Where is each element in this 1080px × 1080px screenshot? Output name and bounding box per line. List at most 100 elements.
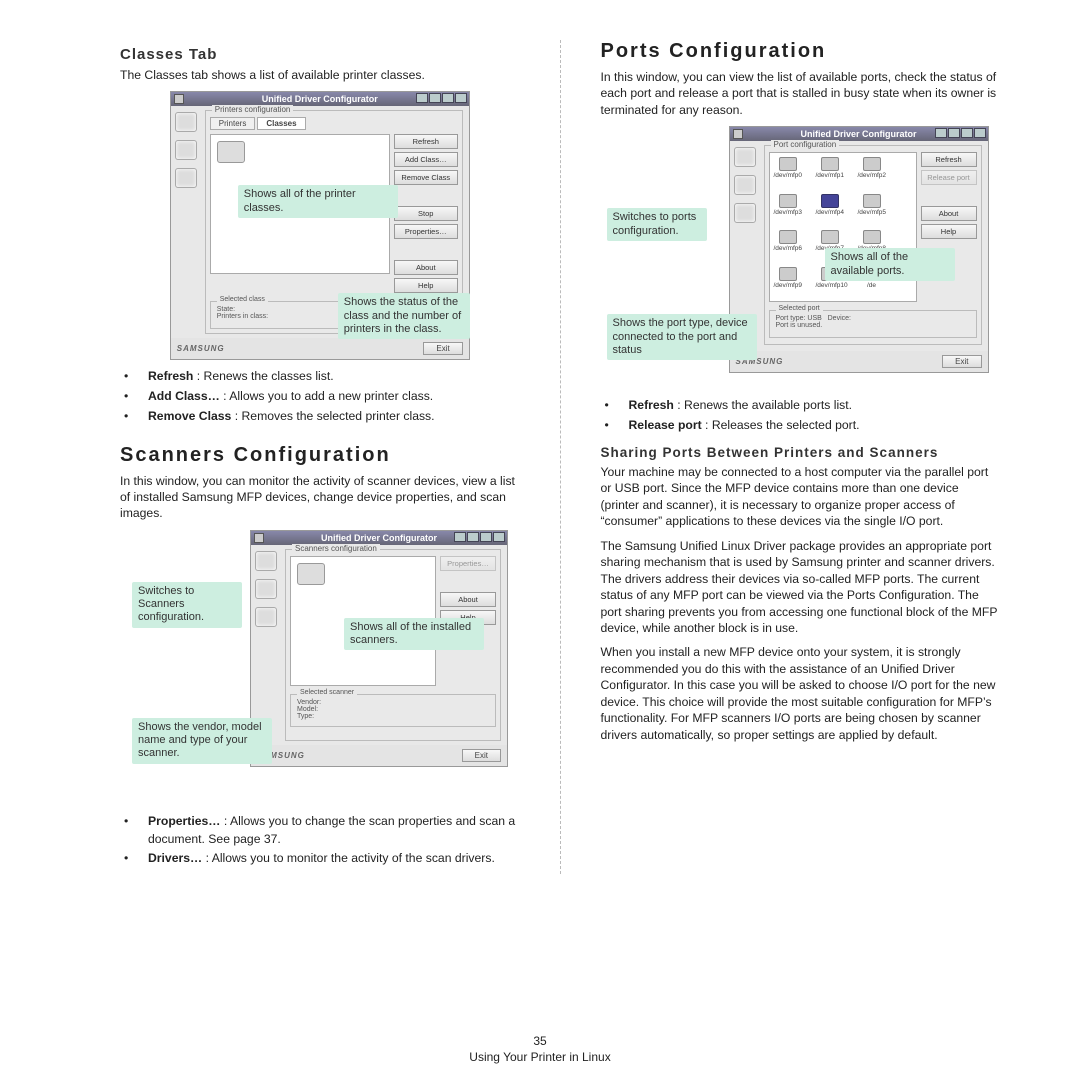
- port-label: /dev/mfp6: [774, 245, 803, 252]
- ports-main: /dev/mfp0 /dev/mfp1 /dev/mfp2 /dev/mfp3 …: [760, 141, 988, 351]
- add-class-button[interactable]: Add Class…: [394, 152, 458, 167]
- close-icon[interactable]: [455, 93, 467, 103]
- release-port-button[interactable]: Release port: [921, 170, 977, 185]
- printers-config-icon[interactable]: [255, 551, 277, 571]
- classes-screenshot: Unified Driver Configurator: [170, 91, 470, 360]
- port-item[interactable]: /dev/mfp1: [816, 157, 844, 188]
- ports-config-icon[interactable]: [734, 203, 756, 223]
- classes-intro: The Classes tab shows a list of availabl…: [120, 67, 520, 83]
- bullet-rest: : Renews the classes list.: [193, 369, 333, 383]
- port-item[interactable]: /dev/mfp2: [858, 157, 886, 188]
- columns: Classes Tab The Classes tab shows a list…: [120, 40, 1000, 874]
- maximize-icon[interactable]: [480, 532, 492, 542]
- port-item[interactable]: /dev/mfp9: [774, 267, 802, 298]
- bullet-term: Properties…: [148, 814, 220, 828]
- port-label: /dev/mfp9: [774, 282, 803, 289]
- properties-button[interactable]: Properties…: [394, 224, 458, 239]
- properties-button[interactable]: Properties…: [440, 556, 496, 571]
- sharing-p1: Your machine may be connected to a host …: [601, 464, 1001, 530]
- sharing-p2: The Samsung Unified Linux Driver package…: [601, 538, 1001, 637]
- about-button[interactable]: About: [394, 260, 458, 275]
- sharing-p3: When you install a new MFP device onto y…: [601, 644, 1001, 743]
- exit-button[interactable]: Exit: [942, 355, 981, 368]
- selected-class-lines: State: Printers in class:: [217, 306, 268, 320]
- exit-button[interactable]: Exit: [462, 749, 501, 762]
- page-number: 35: [0, 1034, 1080, 1048]
- port-icon: [779, 230, 797, 244]
- port-icon: [779, 194, 797, 208]
- app-icon: [174, 94, 184, 104]
- scanners-intro: In this window, you can monitor the acti…: [120, 473, 520, 522]
- bullet-rest: : Allows you to add a new printer class.: [220, 389, 433, 403]
- printers-config-icon[interactable]: [175, 112, 197, 132]
- port-icon: [779, 267, 797, 281]
- maximize-icon[interactable]: [961, 128, 973, 138]
- bullet-add-class: Add Class… : Allows you to add a new pri…: [136, 388, 520, 406]
- port-item[interactable]: /dev/mfp3: [774, 194, 802, 225]
- port-item-selected[interactable]: /dev/mfp4: [816, 194, 844, 225]
- help-icon[interactable]: [935, 128, 947, 138]
- callout-classes-status: Shows the status of the class and the nu…: [338, 293, 470, 339]
- bullet-release-port: Release port : Releases the selected por…: [617, 417, 1001, 435]
- close-icon[interactable]: [974, 128, 986, 138]
- selected-port-box: Port type: USB Device: Port is unused.: [769, 310, 977, 338]
- refresh-button[interactable]: Refresh: [394, 134, 458, 149]
- help-button[interactable]: Help: [921, 224, 977, 239]
- scanners-config-icon[interactable]: [734, 175, 756, 195]
- about-button[interactable]: About: [921, 206, 977, 221]
- tab-printers[interactable]: Printers: [210, 117, 256, 130]
- ports-bullets: Refresh : Renews the available ports lis…: [617, 397, 1001, 434]
- stop-button[interactable]: Stop: [394, 206, 458, 221]
- window-buttons: [935, 128, 986, 138]
- bullet-term: Add Class…: [148, 389, 220, 403]
- ports-body: /dev/mfp0 /dev/mfp1 /dev/mfp2 /dev/mfp3 …: [730, 141, 988, 351]
- port-icon: [863, 194, 881, 208]
- close-icon[interactable]: [493, 532, 505, 542]
- maximize-icon[interactable]: [442, 93, 454, 103]
- scanners-sidebar: [251, 545, 281, 745]
- port-label: /de: [867, 282, 876, 289]
- port-item[interactable]: /dev/mfp6: [774, 230, 802, 261]
- scanners-config-icon[interactable]: [255, 579, 277, 599]
- ports-intro: In this window, you can view the list of…: [601, 69, 1001, 118]
- app-icon: [254, 533, 264, 543]
- classes-window-title: Unified Driver Configurator: [262, 94, 378, 104]
- minimize-icon[interactable]: [467, 532, 479, 542]
- ports-config-icon[interactable]: [255, 607, 277, 627]
- ports-heading: Ports Configuration: [601, 40, 1001, 63]
- selected-scanner-lines: Vendor: Model: Type:: [297, 699, 321, 720]
- port-label: /dev/mfp1: [816, 172, 845, 179]
- ports-window-title: Unified Driver Configurator: [800, 129, 916, 139]
- scanners-screenshot: Unified Driver Configurator: [132, 530, 512, 767]
- port-label: /dev/mfp0: [774, 172, 803, 179]
- classes-heading: Classes Tab: [120, 46, 520, 63]
- port-item[interactable]: /dev/mfp5: [858, 194, 886, 225]
- about-button[interactable]: About: [440, 592, 496, 607]
- window-buttons: [416, 93, 467, 103]
- selected-port-lines: Port type: USB Device: Port is unused.: [776, 315, 851, 329]
- right-column: Ports Configuration In this window, you …: [601, 40, 1001, 874]
- port-config-group: /dev/mfp0 /dev/mfp1 /dev/mfp2 /dev/mfp3 …: [764, 145, 982, 345]
- left-column: Classes Tab The Classes tab shows a list…: [120, 40, 520, 874]
- bullet-term: Remove Class: [148, 409, 231, 423]
- remove-class-button[interactable]: Remove Class: [394, 170, 458, 185]
- refresh-button[interactable]: Refresh: [921, 152, 977, 167]
- callout-port-type: Shows the port type, device connected to…: [607, 314, 757, 360]
- port-icon: [821, 157, 839, 171]
- help-button[interactable]: Help: [394, 278, 458, 293]
- exit-button[interactable]: Exit: [423, 342, 462, 355]
- help-icon[interactable]: [454, 532, 466, 542]
- tab-classes[interactable]: Classes: [257, 117, 305, 130]
- port-label: /dev/mfp3: [774, 209, 803, 216]
- ports-config-icon[interactable]: [175, 168, 197, 188]
- help-icon[interactable]: [416, 93, 428, 103]
- scanners-config-icon[interactable]: [175, 140, 197, 160]
- minimize-icon[interactable]: [429, 93, 441, 103]
- port-item[interactable]: /dev/mfp0: [774, 157, 802, 188]
- bullet-term: Release port: [629, 418, 702, 432]
- minimize-icon[interactable]: [948, 128, 960, 138]
- classes-buttons: Refresh Add Class… Remove Class . Stop P…: [394, 134, 458, 293]
- printers-config-icon[interactable]: [734, 147, 756, 167]
- port-label: /dev/mfp4: [816, 209, 845, 216]
- scanners-footer: SAMSUNG Exit: [251, 745, 507, 766]
